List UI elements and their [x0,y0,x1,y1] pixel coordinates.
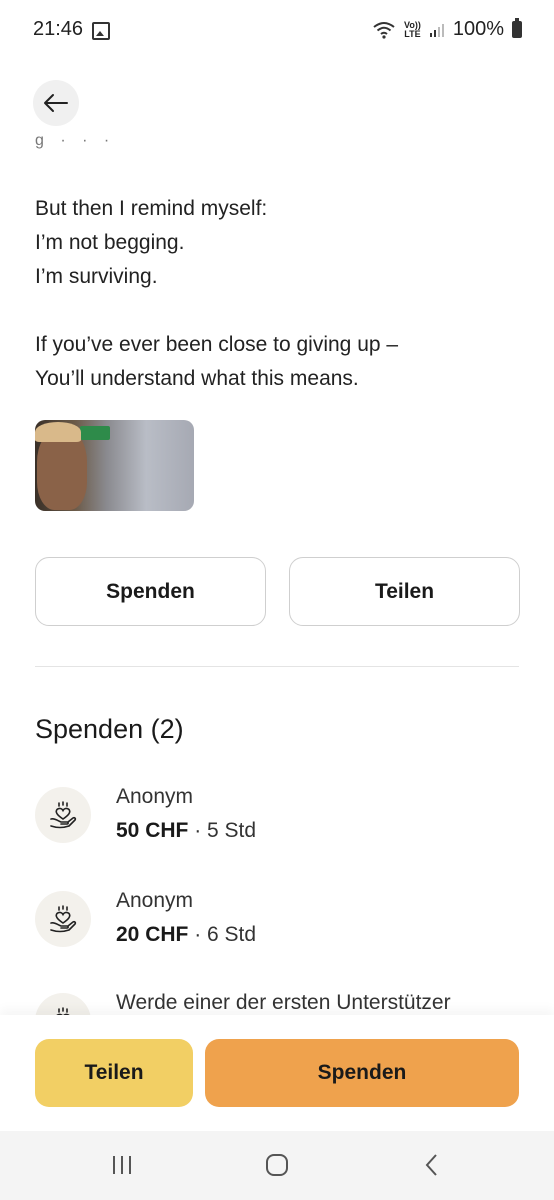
donation-item: Anonym 20 CHF · 6 Std [35,889,519,961]
donation-amount: 50 CHF · 5 Std [116,819,256,843]
story-line: I’m surviving. [35,265,158,288]
home-button[interactable] [247,1145,307,1185]
exit-sign [80,426,110,440]
back-button[interactable] [33,80,79,126]
story-text: But then I remind myself: I’m not beggin… [35,192,519,396]
battery-percent: 100% [452,18,504,40]
donations-title: Spenden (2) [35,714,184,744]
share-button[interactable]: Teilen [289,557,520,626]
image-icon [92,22,110,40]
chevron-left-icon [425,1154,437,1176]
donation-amount: 20 CHF · 6 Std [116,923,256,947]
bottom-donate-button[interactable]: Spenden [205,1039,519,1107]
person-cap [35,422,81,442]
supporter-cta-text: Werde einer der ersten Unterstützer [116,991,451,1014]
story-line: But then I remind myself: [35,197,268,220]
lte-label: LTE [404,28,421,39]
story-line: If you’ve ever been close to giving up – [35,333,399,356]
divider [35,666,519,667]
wifi-icon [373,21,395,39]
donation-value: 20 CHF [116,923,189,946]
heart-hand-icon [35,787,91,843]
arrow-left-icon [44,94,68,112]
recent-apps-button[interactable] [92,1145,152,1185]
status-time: 21:46 [33,18,84,40]
bottom-share-button[interactable]: Teilen [35,1039,193,1107]
system-nav-bar [0,1131,554,1200]
signal-icon [429,23,444,37]
recent-apps-icon [113,1156,131,1174]
network-type: Vo)) LTE [404,20,421,39]
story-line: You’ll understand what this means. [35,367,359,390]
truncated-text-line: g · · · [35,132,116,149]
donate-button[interactable]: Spenden [35,557,266,626]
donation-value: 50 CHF [116,819,189,842]
donation-time: · 6 Std [188,923,257,946]
donor-name: Anonym [116,889,194,912]
status-indicators: Vo)) LTE 100% [372,18,522,41]
home-icon [266,1154,288,1176]
system-back-button[interactable] [402,1145,462,1185]
donation-item: Anonym 50 CHF · 5 Std [35,785,519,857]
donation-time: · 5 Std [188,819,257,842]
battery-icon [512,18,522,38]
heart-hand-icon [35,891,91,947]
donor-name: Anonym [116,785,194,808]
story-photo[interactable] [35,420,194,511]
status-bar: 21:46 Vo)) LTE 100% [0,0,554,60]
story-line: I’m not begging. [35,231,185,254]
person-face [37,430,87,510]
